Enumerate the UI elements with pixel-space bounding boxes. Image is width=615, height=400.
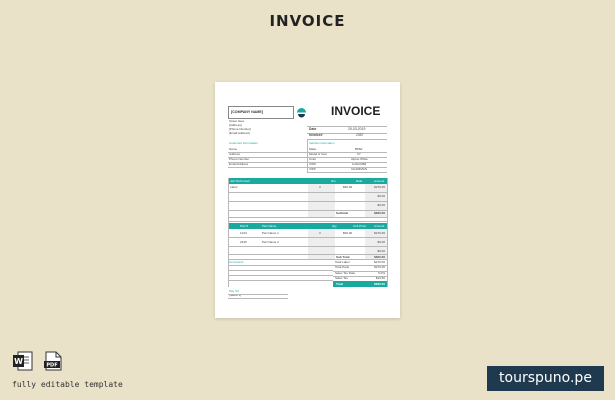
part-row-num: 2345 [240,240,247,244]
company-name-box: [COMPANY NAME] [228,106,294,119]
job-header-rate: Rate [356,178,363,183]
part-row-name: Part Name 2 [262,240,279,244]
job-row-amount: $270.00 [374,185,385,189]
invoice-number-value: 2457 [356,133,364,137]
brand-badge[interactable]: tourspuno.pe [487,366,604,391]
job-row-desc: Labor [230,185,238,189]
summary-sales-tax-value: $13.50 [375,276,385,280]
summary-total-parts-value: $270.00 [374,265,385,269]
summary-total-labor-label: Total Labor [335,259,350,264]
part-row-num: 1234 [240,231,247,235]
summary-sales-tax-label: Sales Tax [335,276,348,280]
parts-header-amount: Amount [374,223,385,228]
parts-header-num: Part # [240,223,249,228]
part-row-qty: 3 [319,231,321,235]
parts-header-name: Part Name [262,223,277,228]
job-row-rate: $90.00 [343,185,353,189]
company-name: [COMPANY NAME] [231,110,264,114]
summary-tax-rate-label: Sales Tax Rate [335,270,356,275]
parts-subtotal-value: $300.00 [374,254,385,259]
invoice-title: INVOICE [331,104,381,118]
date-value: 29-03-2019 [348,127,366,131]
job-subtotal-label: Subtotal [336,211,348,215]
job-row-amount: $0.00 [377,203,385,207]
company-address-4: [Email Address] [229,131,250,135]
date-label: Date [309,127,317,131]
customer-info-heading: Customer Information [229,141,258,145]
parts-header-qty: Qty [332,223,337,228]
word-file-icon: W [13,351,33,371]
summary-tax-rate-value: 5.0% [378,270,385,275]
job-row-hrs: 3 [319,185,321,189]
part-row-amount: $0.00 [377,240,385,244]
grand-total-label: Total [336,281,343,286]
parts-subtotal-label: Sub Total [336,254,350,259]
part-row-amount: $0.00 [377,249,385,253]
part-row-unit: $90.00 [343,231,353,235]
parts-header-unit: Unit Price [353,223,367,228]
invoice-preview: [COMPANY NAME] INVOICE Street Here [Addr… [215,82,400,318]
job-header-amount: Amount [374,178,385,183]
part-row-name: Part Name 1 [262,231,279,235]
pdf-file-icon: PDF [44,351,62,371]
page-title: INVOICE [269,12,346,30]
invoice-number-label: Invoice# [309,133,323,137]
job-row-amount: $0.00 [377,194,385,198]
grand-total-value: $283.50 [374,281,385,286]
job-header-desc: Job Performed [230,178,250,183]
comments-heading: Comments [229,260,244,264]
part-row-amount: $270.00 [374,231,385,235]
word-label: W [14,357,23,366]
vehicle-info-heading: Vehicle Information [309,141,335,145]
editable-template-text: fully editable template [12,380,123,389]
summary-total-labor-value: $270.00 [374,259,385,264]
job-subtotal-value: $300.00 [374,211,385,215]
job-header-hrs: Hrs [331,178,336,183]
grand-total-row: Total $283.50 [333,281,387,287]
summary-total-parts-label: Total Parts [335,265,350,269]
logo-icon [297,108,306,118]
pdf-label: PDF [46,363,57,369]
